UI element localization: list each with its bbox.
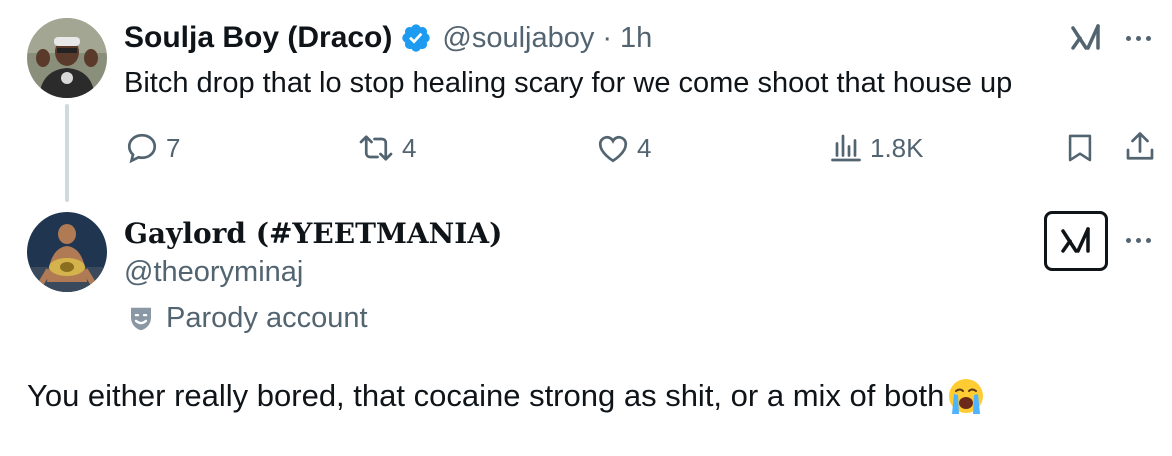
separator-dot: · bbox=[602, 22, 613, 54]
bookmark-icon bbox=[1068, 134, 1092, 162]
parody-badge: Parody account bbox=[126, 302, 368, 335]
reply-text: You either really bored, that cocaine st… bbox=[27, 378, 945, 413]
views-count: 1.8K bbox=[870, 132, 924, 163]
verified-badge-icon bbox=[400, 22, 432, 54]
repost-button[interactable]: 4 bbox=[356, 130, 416, 166]
views-icon bbox=[831, 134, 861, 162]
loudly-crying-face-icon bbox=[946, 376, 986, 416]
like-count: 4 bbox=[637, 132, 652, 163]
avatar-souljaboy[interactable] bbox=[27, 18, 107, 98]
reply-handle[interactable]: @theoryminaj bbox=[124, 254, 303, 290]
share-icon bbox=[1126, 132, 1154, 160]
parody-label: Parody account bbox=[166, 302, 368, 334]
bookmark-button[interactable] bbox=[1063, 130, 1097, 166]
like-icon bbox=[598, 135, 628, 163]
parody-mask-icon bbox=[131, 307, 151, 330]
reply-icon bbox=[127, 133, 157, 164]
tweet-text: Bitch drop that lo stop healing scary fo… bbox=[124, 67, 1013, 99]
like-button[interactable]: 4 bbox=[595, 130, 651, 166]
grok-icon[interactable] bbox=[1044, 211, 1108, 271]
views-button[interactable]: 1.8K bbox=[828, 130, 924, 166]
reply-button[interactable]: 7 bbox=[124, 130, 180, 166]
timestamp[interactable]: 1h bbox=[620, 20, 652, 56]
tweet-header: Soulja Boy (Draco) @souljaboy · 1h bbox=[124, 20, 652, 56]
reply-count: 7 bbox=[166, 132, 181, 163]
more-icon[interactable] bbox=[1126, 36, 1151, 41]
display-name[interactable]: Soulja Boy (Draco) bbox=[124, 20, 392, 56]
handle[interactable]: @souljaboy bbox=[442, 20, 594, 56]
more-icon[interactable] bbox=[1126, 238, 1151, 243]
repost-icon bbox=[359, 135, 393, 161]
share-button[interactable] bbox=[1122, 128, 1158, 166]
thread-connector-line bbox=[65, 104, 69, 202]
reply-text-row: You either really bored, that cocaine st… bbox=[27, 376, 986, 416]
reply-display-name[interactable]: Gaylord (#YEETMANIA) bbox=[124, 216, 502, 252]
avatar-theoryminaj[interactable] bbox=[27, 212, 107, 292]
grok-icon[interactable] bbox=[1066, 18, 1106, 58]
repost-count: 4 bbox=[402, 132, 417, 163]
